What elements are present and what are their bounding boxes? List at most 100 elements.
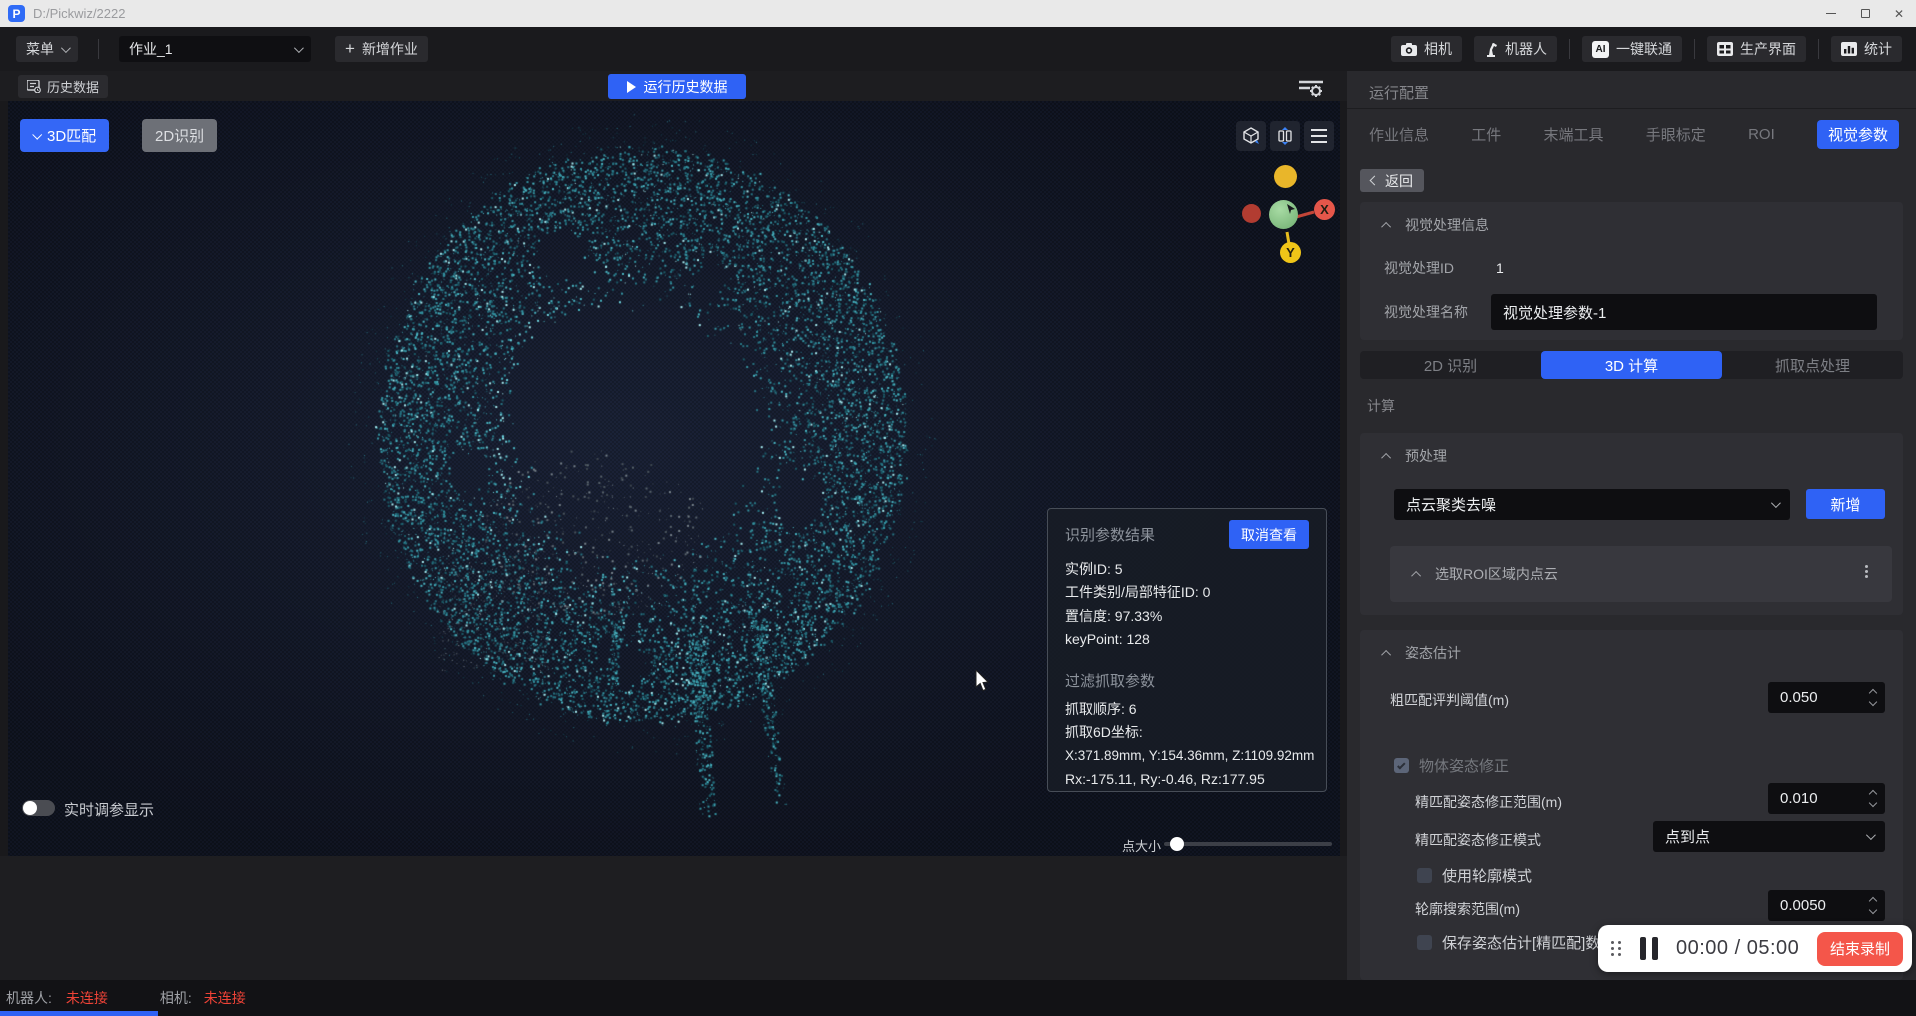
run-history-button[interactable]: 运行历史数据 (608, 74, 746, 99)
tab-hand-eye-calib[interactable]: 手眼标定 (1646, 124, 1706, 145)
fine-mode-value: 点到点 (1665, 826, 1710, 847)
history-data-button[interactable]: 历史数据 (18, 75, 108, 98)
slider-knob[interactable] (1170, 837, 1184, 851)
grid-icon (1717, 42, 1733, 56)
tab-3d-match-label: 3D匹配 (47, 125, 96, 146)
toggle-knob (23, 801, 37, 815)
cancel-view-button[interactable]: 取消查看 (1229, 520, 1309, 549)
kebab-menu-icon[interactable] (1865, 563, 1868, 580)
tab-vision-params[interactable]: 视觉参数 (1817, 120, 1899, 149)
plus-icon: + (345, 42, 355, 56)
axis-y-handle[interactable]: Y (1280, 242, 1301, 263)
axis-x-handle[interactable]: X (1314, 199, 1335, 220)
3d-view-button[interactable] (1236, 121, 1266, 151)
add-job-label: 新增作业 (362, 39, 418, 59)
vision-name-row: 视觉处理名称 (1384, 302, 1468, 322)
chevron-up-icon (1381, 452, 1391, 462)
roi-filter-label: 选取ROI区域内点云 (1435, 564, 1558, 584)
coarse-threshold-input[interactable]: 0.050 (1768, 682, 1885, 713)
minimize-button[interactable] (1814, 0, 1848, 27)
vision-info-header[interactable]: 视觉处理信息 (1360, 202, 1903, 235)
axis-gizmo[interactable]: X Y (1233, 156, 1340, 271)
pause-icon[interactable] (1640, 937, 1658, 960)
chevron-up-icon (1381, 649, 1391, 659)
contour-mode-checkbox-row[interactable]: 使用轮廓模式 (1417, 865, 1532, 886)
divider (1569, 39, 1570, 59)
chevron-up-icon (1381, 221, 1391, 231)
statistics-button[interactable]: 统计 (1831, 36, 1902, 62)
realtime-tuning-toggle[interactable] (22, 800, 55, 816)
preprocess-header[interactable]: 预处理 (1360, 433, 1903, 466)
tab-3d-match[interactable]: 3D匹配 (20, 119, 109, 152)
pose-correct-checkbox-row[interactable]: 物体姿态修正 (1394, 755, 1509, 776)
mode-tab-grasp[interactable]: 抓取点处理 (1722, 351, 1903, 379)
contour-range-input[interactable]: 0.0050 (1768, 890, 1885, 921)
compute-section-label: 计算 (1367, 396, 1395, 416)
filter-settings-icon (1297, 79, 1325, 99)
tab-end-tool[interactable]: 末端工具 (1544, 124, 1604, 145)
save-pose-checkbox-row[interactable]: 保存姿态估计[精匹配]数据 (1417, 932, 1615, 953)
preprocess-select[interactable]: 点云聚类去噪 (1394, 489, 1790, 520)
production-ui-button[interactable]: 生产界面 (1707, 36, 1806, 62)
add-job-button[interactable]: + 新增作业 (335, 36, 428, 62)
divider (98, 39, 99, 59)
hamburger-icon (1311, 129, 1327, 131)
checkbox-unchecked-icon[interactable] (1417, 868, 1432, 883)
stop-recording-button[interactable]: 结束录制 (1817, 932, 1903, 966)
spinner-arrows[interactable] (1870, 898, 1876, 913)
split-view-button[interactable] (1270, 121, 1300, 151)
point-size-slider[interactable] (1164, 842, 1332, 846)
3d-viewport[interactable]: 3D匹配 2D识别 X Y (8, 101, 1340, 856)
fine-mode-label: 精匹配姿态修正模式 (1415, 830, 1541, 850)
add-preprocess-button[interactable]: 新增 (1806, 489, 1885, 519)
vision-id-row: 视觉处理ID 1 (1384, 258, 1504, 278)
checkbox-unchecked-icon[interactable] (1417, 935, 1432, 950)
mode-tab-2d[interactable]: 2D 识别 (1360, 351, 1541, 379)
spinner-arrows[interactable] (1870, 690, 1876, 705)
play-icon (627, 81, 636, 93)
roi-filter-item[interactable]: 选取ROI区域内点云 (1390, 546, 1892, 602)
viewport-menu-button[interactable] (1304, 121, 1334, 151)
tab-roi[interactable]: ROI (1748, 126, 1775, 143)
menu-button[interactable]: 菜单 (16, 36, 78, 62)
vision-info-card: 视觉处理信息 视觉处理ID 1 视觉处理名称 视觉处理参数-1 (1360, 202, 1903, 340)
app-logo-icon: P (8, 5, 25, 22)
axis-center-handle[interactable] (1269, 200, 1298, 229)
back-button[interactable]: 返回 (1360, 169, 1424, 192)
pickwiz-app: P D:/Pickwiz/2222 ✕ 菜单 作业_1 + 新增作业 相机 (0, 0, 1916, 1016)
menu-label: 菜单 (26, 39, 54, 59)
maximize-button[interactable] (1848, 0, 1882, 27)
pose-header[interactable]: 姿态估计 (1360, 630, 1903, 663)
tab-workpiece[interactable]: 工件 (1471, 124, 1501, 145)
view-options-button[interactable] (1297, 79, 1325, 102)
axis-neg-y-handle[interactable] (1274, 165, 1297, 188)
one-key-connect-button[interactable]: AI 一键联通 (1582, 36, 1682, 62)
chevron-down-icon (32, 130, 42, 140)
chevron-left-icon (1370, 176, 1380, 186)
fine-mode-select[interactable]: 点到点 (1653, 821, 1885, 852)
config-tabs: 作业信息 工件 末端工具 手眼标定 ROI 视觉参数 (1369, 120, 1899, 149)
grasp-order: 抓取顺序: 6 (1065, 698, 1309, 721)
axis-neg-x-handle[interactable] (1242, 204, 1261, 223)
spinner-arrows[interactable] (1870, 791, 1876, 806)
history-data-label: 历史数据 (47, 77, 99, 96)
job-select[interactable]: 作业_1 (119, 36, 311, 62)
run-config-panel: 运行配置 作业信息 工件 末端工具 手眼标定 ROI 视觉参数 返回 视觉处理信… (1347, 71, 1916, 980)
ai-icon: AI (1592, 41, 1609, 58)
robot-button[interactable]: 机器人 (1474, 36, 1557, 62)
camera-button[interactable]: 相机 (1391, 36, 1462, 62)
tab-2d-recognition[interactable]: 2D识别 (142, 119, 217, 152)
vision-name-input[interactable]: 视觉处理参数-1 (1491, 294, 1877, 330)
drag-handle-icon[interactable] (1611, 941, 1622, 956)
fine-range-input[interactable]: 0.010 (1768, 783, 1885, 814)
tab-job-info[interactable]: 作业信息 (1369, 124, 1429, 145)
vision-id-value: 1 (1496, 260, 1504, 276)
checkbox-checked-icon[interactable] (1394, 758, 1409, 773)
filter-grasp-section-title: 过滤抓取参数 (1065, 670, 1309, 691)
result-panel-title: 识别参数结果 (1065, 524, 1155, 545)
vision-name-value: 视觉处理参数-1 (1503, 302, 1606, 323)
save-pose-label: 保存姿态估计[精匹配]数据 (1442, 932, 1615, 953)
mode-tab-3d[interactable]: 3D 计算 (1541, 351, 1722, 379)
close-button[interactable]: ✕ (1882, 0, 1916, 27)
recording-bar[interactable]: 00:00 / 05:00 结束录制 (1598, 925, 1912, 972)
